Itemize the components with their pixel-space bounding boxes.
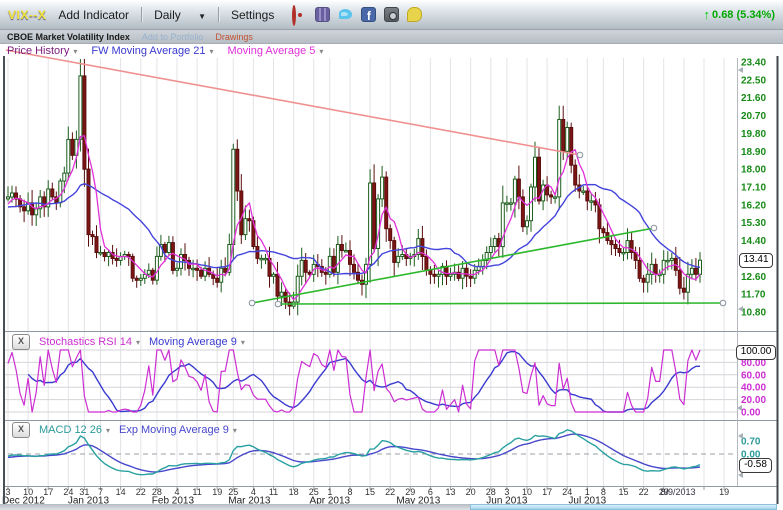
svg-text:14: 14 [116, 487, 126, 497]
svg-text:20.00: 20.00 [741, 395, 766, 406]
time-scrollbar-thumb[interactable] [470, 504, 777, 510]
svg-text:60.00: 60.00 [741, 370, 766, 381]
camera-icon[interactable] [384, 7, 399, 22]
current-stochastics-badge: 100.00 [736, 345, 776, 360]
candles [7, 59, 702, 315]
toolbar-separator [218, 7, 219, 22]
facebook-icon[interactable]: f [361, 7, 376, 22]
chevron-down-icon: ▾ [136, 338, 140, 347]
chart-canvas[interactable]: 23.40 22.50 21.60 20.70 19.80 18.90 18.00 17.10… [0, 44, 783, 510]
symbol-label[interactable]: VIX--X [8, 8, 46, 22]
price-history-dropdown[interactable]: Price History ▾ [7, 45, 77, 57]
chevron-down-icon: ▾ [73, 47, 77, 56]
macd-signal-dropdown[interactable]: Exp Moving Average 9 ▾ [119, 424, 237, 436]
svg-text:12.60: 12.60 [741, 272, 766, 283]
add-indicator-button[interactable]: Add Indicator [58, 8, 129, 22]
svg-text:13: 13 [446, 487, 456, 497]
macd-dropdown[interactable]: MACD 12 26 ▾ [39, 424, 110, 436]
svg-text:15: 15 [365, 487, 375, 497]
svg-text:15.30: 15.30 [741, 218, 766, 229]
chevron-down-icon: ▾ [233, 426, 237, 435]
svg-text:19.80: 19.80 [741, 129, 766, 140]
up-arrow-icon: ↑ [704, 7, 711, 22]
axis-labels: 23.40 22.50 21.60 20.70 19.80 18.90 18.00 17.10… [2, 58, 772, 507]
current-price-badge: 13.41 [739, 253, 773, 268]
drawings-link[interactable]: Drawings [215, 32, 253, 42]
toolbar: VIX--X Add Indicator Daily ▼ Settings f … [0, 0, 783, 30]
svg-text:0.70: 0.70 [741, 437, 761, 448]
svg-text:22: 22 [639, 487, 649, 497]
svg-text:21.60: 21.60 [741, 93, 766, 104]
add-to-portfolio-link[interactable]: Add to Portfolio [142, 32, 204, 42]
svg-text:18.00: 18.00 [741, 165, 766, 176]
chevron-down-icon: ▼ [198, 12, 206, 21]
horizontal-support-line [278, 303, 723, 304]
alarm-icon[interactable] [292, 7, 307, 22]
settings-button[interactable]: Settings [231, 8, 274, 22]
chevron-down-icon: ▾ [210, 47, 214, 56]
svg-text:18: 18 [289, 487, 299, 497]
freestockcharts-window: VIX--X Add Indicator Daily ▼ Settings f … [0, 0, 783, 510]
svg-text:23.40: 23.40 [741, 58, 766, 69]
toolbar-icons: f [292, 7, 422, 22]
svg-text:17: 17 [542, 487, 552, 497]
current-date-label: 8/9/2013 [660, 487, 695, 497]
svg-text:15: 15 [619, 487, 629, 497]
svg-text:22.50: 22.50 [741, 75, 766, 86]
macd-panel-header: X MACD 12 26 ▾ Exp Moving Average 9 ▾ [12, 422, 237, 438]
svg-text:40.00: 40.00 [741, 383, 766, 394]
svg-text:20.70: 20.70 [741, 111, 766, 122]
stochastics-plot [8, 350, 700, 412]
chevron-down-icon: ▾ [106, 426, 110, 435]
chevron-down-icon: ▾ [241, 338, 245, 347]
current-macd-badge: -0.58 [739, 458, 772, 473]
ma21-dropdown[interactable]: FW Moving Average 21 ▾ [91, 45, 213, 57]
chart-left-border [3, 56, 5, 505]
price-change: ↑ 0.68 (5.34%) [704, 7, 775, 22]
close-icon[interactable]: X [12, 422, 30, 438]
svg-text:22: 22 [136, 487, 146, 497]
svg-text:22: 22 [385, 487, 395, 497]
twitter-icon[interactable] [338, 7, 353, 22]
change-value: 0.68 (5.34%) [712, 9, 775, 21]
svg-text:14.40: 14.40 [741, 236, 766, 247]
index-name-label: CBOE Market Volatility Index [7, 32, 130, 42]
svg-text:20: 20 [466, 487, 476, 497]
svg-text:19: 19 [212, 487, 222, 497]
svg-text:19: 19 [719, 487, 729, 497]
toolbar-separator [141, 7, 142, 22]
resistance-trendline [6, 50, 580, 155]
close-icon[interactable]: X [12, 334, 30, 350]
svg-text:16.20: 16.20 [741, 200, 766, 211]
chevron-down-icon: ▾ [319, 47, 323, 56]
svg-text:17.10: 17.10 [741, 183, 766, 194]
stochastics-panel-header: X Stochastics RSI 14 ▾ Moving Average 9 … [12, 334, 245, 350]
subheader: CBOE Market Volatility Index Add to Port… [0, 30, 783, 44]
timeframe-dropdown[interactable]: Daily ▼ [154, 8, 206, 22]
books-icon[interactable] [315, 7, 330, 22]
stocktwits-icon[interactable] [407, 7, 422, 22]
svg-text:10.80: 10.80 [741, 308, 766, 319]
ma5-dropdown[interactable]: Moving Average 5 ▾ [228, 45, 324, 57]
stochastics-dropdown[interactable]: Stochastics RSI 14 ▾ [39, 336, 140, 348]
svg-text:0.00: 0.00 [741, 408, 761, 419]
stoch-ma-dropdown[interactable]: Moving Average 9 ▾ [149, 336, 245, 348]
svg-text:11.70: 11.70 [741, 290, 766, 301]
svg-text:18.90: 18.90 [741, 147, 766, 158]
indicator-legend: Price History ▾ FW Moving Average 21 ▾ M… [0, 44, 323, 58]
